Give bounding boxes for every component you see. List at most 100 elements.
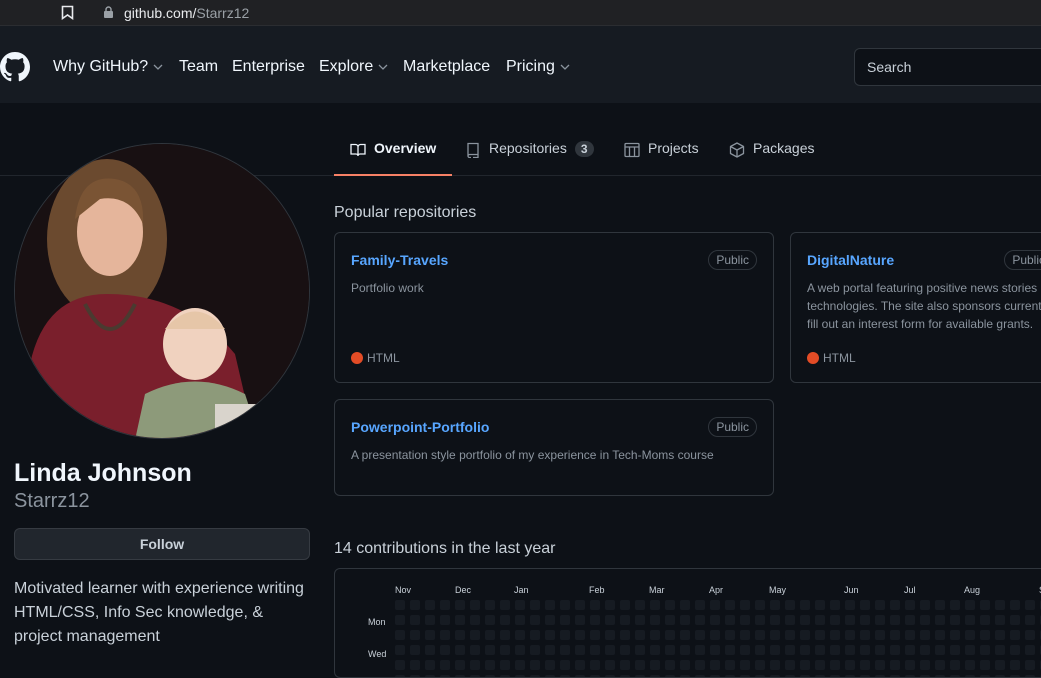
tab-projects[interactable]: Projects	[624, 140, 699, 176]
contribution-day-cell[interactable]	[995, 600, 1005, 610]
bookmark-icon[interactable]	[61, 5, 74, 20]
contribution-day-cell[interactable]	[770, 630, 780, 640]
contribution-day-cell[interactable]	[485, 615, 495, 625]
contribution-day-cell[interactable]	[530, 645, 540, 655]
contribution-day-cell[interactable]	[995, 615, 1005, 625]
contribution-day-cell[interactable]	[800, 630, 810, 640]
contribution-day-cell[interactable]	[455, 630, 465, 640]
contribution-day-cell[interactable]	[515, 615, 525, 625]
contribution-day-cell[interactable]	[590, 615, 600, 625]
contribution-day-cell[interactable]	[410, 615, 420, 625]
contribution-day-cell[interactable]	[1025, 615, 1035, 625]
contribution-day-cell[interactable]	[500, 615, 510, 625]
contribution-day-cell[interactable]	[425, 615, 435, 625]
contribution-day-cell[interactable]	[515, 660, 525, 670]
contribution-day-cell[interactable]	[815, 645, 825, 655]
contribution-day-cell[interactable]	[425, 645, 435, 655]
contribution-day-cell[interactable]	[740, 660, 750, 670]
contribution-day-cell[interactable]	[545, 660, 555, 670]
contribution-day-cell[interactable]	[470, 600, 480, 610]
contribution-day-cell[interactable]	[455, 615, 465, 625]
contribution-day-cell[interactable]	[485, 645, 495, 655]
contribution-day-cell[interactable]	[500, 660, 510, 670]
contribution-day-cell[interactable]	[665, 600, 675, 610]
contribution-day-cell[interactable]	[575, 630, 585, 640]
contribution-day-cell[interactable]	[815, 630, 825, 640]
contribution-day-cell[interactable]	[830, 645, 840, 655]
contribution-day-cell[interactable]	[710, 645, 720, 655]
contribution-day-cell[interactable]	[965, 630, 975, 640]
contribution-day-cell[interactable]	[800, 615, 810, 625]
contribution-day-cell[interactable]	[710, 600, 720, 610]
contribution-day-cell[interactable]	[395, 615, 405, 625]
contribution-day-cell[interactable]	[905, 645, 915, 655]
contribution-day-cell[interactable]	[560, 645, 570, 655]
contribution-day-cell[interactable]	[680, 630, 690, 640]
contribution-day-cell[interactable]	[950, 645, 960, 655]
contribution-day-cell[interactable]	[860, 615, 870, 625]
contribution-day-cell[interactable]	[425, 600, 435, 610]
contribution-day-cell[interactable]	[485, 630, 495, 640]
contribution-day-cell[interactable]	[965, 645, 975, 655]
contribution-day-cell[interactable]	[890, 600, 900, 610]
contribution-day-cell[interactable]	[830, 600, 840, 610]
contribution-day-cell[interactable]	[395, 645, 405, 655]
contribution-day-cell[interactable]	[935, 645, 945, 655]
contribution-day-cell[interactable]	[920, 600, 930, 610]
contribution-day-cell[interactable]	[440, 660, 450, 670]
contribution-day-cell[interactable]	[425, 630, 435, 640]
contribution-day-cell[interactable]	[815, 600, 825, 610]
contribution-day-cell[interactable]	[875, 600, 885, 610]
nav-pricing[interactable]: Pricing	[506, 58, 571, 76]
contribution-day-cell[interactable]	[935, 660, 945, 670]
contribution-day-cell[interactable]	[515, 630, 525, 640]
repo-name-link[interactable]: Powerpoint-Portfolio	[351, 419, 489, 435]
contribution-day-cell[interactable]	[470, 660, 480, 670]
contribution-day-cell[interactable]	[500, 645, 510, 655]
contribution-day-cell[interactable]	[785, 630, 795, 640]
nav-why-github[interactable]: Why GitHub?	[53, 58, 164, 76]
contribution-day-cell[interactable]	[740, 600, 750, 610]
contribution-day-cell[interactable]	[440, 645, 450, 655]
follow-button[interactable]: Follow	[14, 528, 310, 560]
address-bar[interactable]: github.com/Starrz12	[124, 5, 249, 21]
contribution-day-cell[interactable]	[755, 630, 765, 640]
contribution-day-cell[interactable]	[605, 660, 615, 670]
contribution-day-cell[interactable]	[620, 645, 630, 655]
contribution-day-cell[interactable]	[905, 600, 915, 610]
contribution-day-cell[interactable]	[995, 630, 1005, 640]
contribution-day-cell[interactable]	[455, 600, 465, 610]
contribution-day-cell[interactable]	[800, 600, 810, 610]
contribution-day-cell[interactable]	[845, 615, 855, 625]
contribution-day-cell[interactable]	[485, 660, 495, 670]
contribution-day-cell[interactable]	[440, 630, 450, 640]
contribution-day-cell[interactable]	[470, 615, 480, 625]
contribution-day-cell[interactable]	[680, 645, 690, 655]
contribution-day-cell[interactable]	[545, 630, 555, 640]
contribution-day-cell[interactable]	[770, 660, 780, 670]
contribution-day-cell[interactable]	[515, 645, 525, 655]
contribution-day-cell[interactable]	[425, 660, 435, 670]
contribution-day-cell[interactable]	[590, 660, 600, 670]
contribution-day-cell[interactable]	[725, 615, 735, 625]
nav-team[interactable]: Team	[179, 58, 218, 76]
contribution-day-cell[interactable]	[905, 660, 915, 670]
contribution-day-cell[interactable]	[755, 645, 765, 655]
contribution-day-cell[interactable]	[725, 630, 735, 640]
contribution-day-cell[interactable]	[830, 660, 840, 670]
contribution-day-cell[interactable]	[665, 660, 675, 670]
contribution-day-cell[interactable]	[620, 615, 630, 625]
contribution-day-cell[interactable]	[665, 645, 675, 655]
contribution-day-cell[interactable]	[620, 630, 630, 640]
nav-explore[interactable]: Explore	[319, 58, 389, 76]
contribution-day-cell[interactable]	[695, 660, 705, 670]
contribution-day-cell[interactable]	[890, 660, 900, 670]
contribution-day-cell[interactable]	[575, 600, 585, 610]
contribution-day-cell[interactable]	[650, 600, 660, 610]
contribution-day-cell[interactable]	[965, 600, 975, 610]
contribution-day-cell[interactable]	[635, 600, 645, 610]
contribution-day-cell[interactable]	[530, 600, 540, 610]
contribution-day-cell[interactable]	[755, 660, 765, 670]
contribution-day-cell[interactable]	[1010, 630, 1020, 640]
contribution-day-cell[interactable]	[860, 660, 870, 670]
